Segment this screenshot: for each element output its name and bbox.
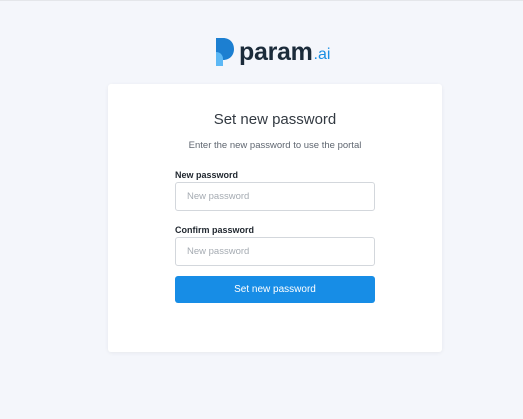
brand-name: param (239, 37, 313, 66)
set-new-password-button[interactable]: Set new password (175, 276, 375, 303)
page-title: Set new password (213, 111, 337, 128)
set-password-card: Set new password Enter the new password … (108, 84, 442, 352)
new-password-label: New password (175, 170, 239, 180)
page-subtitle: Enter the new password to use the portal (188, 140, 362, 151)
new-password-input[interactable] (175, 182, 375, 211)
brand-suffix: .ai (313, 46, 331, 63)
param-logo-icon (216, 38, 234, 66)
confirm-password-input[interactable] (175, 237, 375, 266)
login-page: param .ai Set new password Enter the new… (0, 0, 523, 419)
brand-logo: param .ai (214, 37, 336, 67)
confirm-password-label: Confirm password (175, 225, 255, 235)
